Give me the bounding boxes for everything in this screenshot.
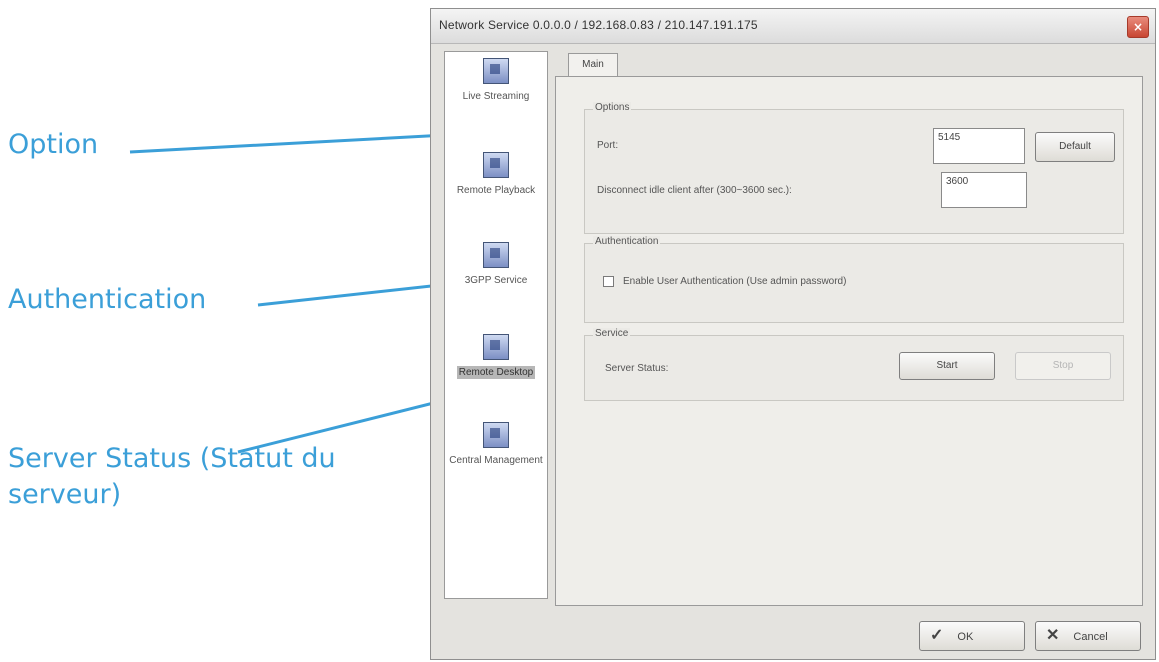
close-icon[interactable]: × xyxy=(1127,16,1149,38)
live-streaming-icon xyxy=(483,58,509,84)
3gpp-service-icon xyxy=(483,242,509,268)
nav-item-remote-desktop[interactable]: Remote Desktop xyxy=(445,334,547,379)
nav-item-label: 3GPP Service xyxy=(464,275,528,286)
nav-item-label: Live Streaming xyxy=(462,91,530,102)
annotation-authentication: Authentication xyxy=(8,284,207,315)
service-legend: Service xyxy=(593,328,631,339)
checkmark-icon: ✓ xyxy=(930,627,944,644)
disconnect-input[interactable]: 3600 xyxy=(941,172,1027,208)
remote-playback-icon xyxy=(483,152,509,178)
title-bar[interactable]: Network Service 0.0.0.0 / 192.168.0.83 /… xyxy=(431,9,1155,44)
stop-button[interactable]: Stop xyxy=(1015,352,1111,380)
nav-item-3gpp-service[interactable]: 3GPP Service xyxy=(445,242,547,287)
dialog-title: Network Service 0.0.0.0 / 192.168.0.83 /… xyxy=(439,18,758,32)
enable-authentication-label[interactable]: Enable User Authentication (Use admin pa… xyxy=(623,276,846,287)
server-status-label: Server Status: xyxy=(605,363,669,374)
options-group: Options Port: 5145 Default Disconnect id… xyxy=(584,102,1124,234)
tab-main[interactable]: Main xyxy=(568,53,618,77)
authentication-group: Authentication Enable User Authenticatio… xyxy=(584,236,1124,323)
options-legend: Options xyxy=(593,102,632,113)
port-input[interactable]: 5145 xyxy=(933,128,1025,164)
cancel-label: Cancel xyxy=(1073,631,1108,643)
nav-item-central-management[interactable]: Central Management xyxy=(445,422,547,467)
service-nav: Live Streaming Remote Playback 3GPP Serv… xyxy=(444,51,548,599)
annotation-option: Option xyxy=(8,129,99,160)
disconnect-label: Disconnect idle client after (300~3600 s… xyxy=(597,185,792,196)
nav-item-live-streaming[interactable]: Live Streaming xyxy=(445,58,547,103)
remote-desktop-icon xyxy=(483,334,509,360)
default-button[interactable]: Default xyxy=(1035,132,1115,162)
nav-item-remote-playback[interactable]: Remote Playback xyxy=(445,152,547,197)
cancel-button[interactable]: ✕ Cancel xyxy=(1035,621,1141,651)
nav-item-label: Remote Desktop xyxy=(456,366,536,379)
cancel-x-icon: ✕ xyxy=(1046,627,1060,644)
nav-item-label: Remote Playback xyxy=(456,185,536,196)
authentication-legend: Authentication xyxy=(593,236,661,247)
central-management-icon xyxy=(483,422,509,448)
network-service-dialog: Network Service 0.0.0.0 / 192.168.0.83 /… xyxy=(430,8,1156,660)
annotation-server-status: Server Status (Statut du serveur) xyxy=(8,443,336,510)
enable-authentication-checkbox[interactable] xyxy=(603,276,614,287)
main-panel: Options Port: 5145 Default Disconnect id… xyxy=(555,76,1143,606)
service-group: Service Server Status: Start Stop xyxy=(584,328,1124,401)
start-button[interactable]: Start xyxy=(899,352,995,380)
ok-button[interactable]: ✓ OK xyxy=(919,621,1025,651)
nav-item-label: Central Management xyxy=(449,455,543,466)
port-label: Port: xyxy=(597,140,619,151)
ok-label: OK xyxy=(957,631,974,643)
